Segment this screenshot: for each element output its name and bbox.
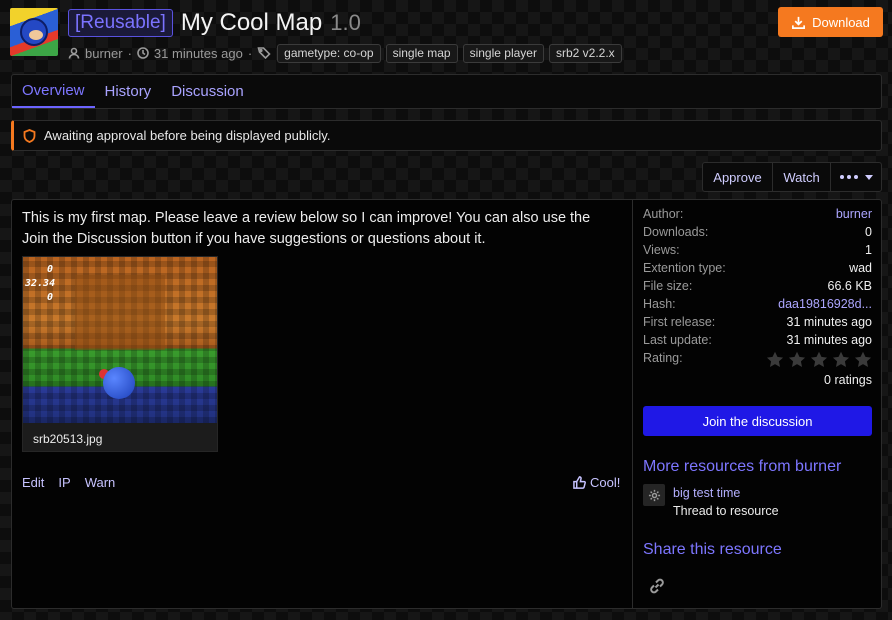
reaction-button[interactable]: Cool! [573,475,620,490]
tab-overview[interactable]: Overview [12,75,95,108]
approval-notice: Awaiting approval before being displayed… [11,120,882,151]
info-row-first-release: First release: 31 minutes ago [643,315,872,333]
resource-tabs: Overview History Discussion [11,74,882,109]
attachment-thumbnail[interactable]: 0 32.34 0 srb20513.jpg [22,256,218,452]
image-character [103,367,135,399]
post-actions: Edit IP Warn [22,475,115,490]
image-hud: 0 32.34 0 [25,263,55,305]
resource-info: Author: burner Downloads: 0 Views: 1 Extent… [643,207,872,387]
info-key: Extention type: [643,261,726,275]
info-key: File size: [643,279,693,293]
info-key: Last update: [643,333,712,347]
share-title: Share this resource [643,541,782,558]
dot-icon [853,175,858,179]
download-label: Download [812,14,870,30]
clock-icon [137,47,149,59]
more-resources-title[interactable]: More resources from burner [643,458,841,476]
star-icon[interactable] [854,351,872,368]
edit-link[interactable]: Edit [22,475,44,490]
resource-title-row: [Reusable] My Cool Map 1.0 [68,6,361,40]
info-value: 31 minutes ago [786,315,872,329]
post-time[interactable]: 31 minutes ago [154,46,243,61]
star-icon[interactable] [810,351,828,368]
resource-text: big test time Thread to resource [673,484,779,520]
author-link[interactable]: burner [85,46,123,61]
download-icon [792,16,806,29]
info-value: 66.6 KB [827,279,872,293]
info-row-downloads: Downloads: 0 [643,225,872,243]
chevron-down-icon [864,174,873,180]
author-avatar[interactable] [10,8,58,56]
attachment-filename: srb20513.jpg [23,423,217,451]
info-value-author[interactable]: burner [836,207,872,225]
tab-discussion[interactable]: Discussion [161,75,254,108]
hud-line: 0 [47,264,54,275]
thumbs-up-icon [573,476,586,489]
star-icon[interactable] [832,351,850,368]
download-button[interactable]: Download [778,7,883,37]
star-icon[interactable] [766,351,784,368]
info-value: 31 minutes ago [786,333,872,347]
resource-description-area: This is my first map. Please leave a rev… [12,200,632,608]
prefix-label[interactable]: [Reusable] [68,9,173,37]
star-icon[interactable] [788,351,806,368]
info-row-views: Views: 1 [643,243,872,261]
info-row-filesize: File size: 66.6 KB [643,279,872,297]
more-options-button[interactable] [831,163,881,191]
info-key: Downloads: [643,225,709,239]
tag-single-map[interactable]: single map [385,43,458,63]
resource-subtitle: Thread to resource [673,504,779,518]
hud-line: 32.34 [25,278,56,289]
info-value: 0 [865,225,872,239]
notice-text: Awaiting approval before being displayed… [44,128,331,143]
info-row-extension: Extention type: wad [643,261,872,279]
resource-actions: Approve Watch [702,162,882,192]
image-wall [75,275,165,350]
list-item[interactable]: big test time Thread to resource [643,484,779,520]
info-row-author: Author: burner [643,207,872,225]
watch-button[interactable]: Watch [773,163,831,191]
hud-line: 0 [47,292,54,303]
resource-sidebar: Author: burner Downloads: 0 Views: 1 Extent… [632,200,881,608]
user-icon [68,47,80,59]
resource-title[interactable]: big test time [673,484,779,502]
separator: · [127,45,132,61]
ratings-count: 0 ratings [824,373,872,387]
approve-button[interactable]: Approve [703,163,773,191]
tag-gametype[interactable]: gametype: co-op [277,43,381,63]
tab-history[interactable]: History [95,75,162,108]
shield-icon [23,128,36,143]
dot-icon [839,175,844,179]
info-row-last-update: Last update: 31 minutes ago [643,333,872,351]
tags-icon [257,47,271,59]
gear-icon [643,484,665,506]
ip-link[interactable]: IP [58,475,70,490]
rating-stars [766,351,872,371]
info-value: wad [849,261,872,275]
page-title: My Cool Map [180,9,323,36]
resource-description: This is my first map. Please leave a rev… [22,210,591,247]
resource-panel: This is my first map. Please leave a rev… [11,199,882,609]
info-key: Views: [643,243,680,257]
info-key: Author: [643,207,684,221]
info-row-rating: Rating: [643,351,872,371]
info-value-hash[interactable]: daa19816928d... [778,297,872,315]
version-label: 1.0 [330,10,361,35]
avatar-face [20,18,48,46]
attachment-image: 0 32.34 0 [23,257,217,423]
link-icon[interactable] [647,576,667,596]
tag-srb2-version[interactable]: srb2 v2.2.x [548,43,622,63]
info-key: First release: [643,315,716,329]
separator: · [247,45,253,61]
warn-link[interactable]: Warn [85,475,116,490]
info-key: Rating: [643,351,683,365]
resource-meta: burner · 31 minutes ago · gametype: co-o… [68,43,622,63]
info-key: Hash: [643,297,676,311]
reaction-label: Cool! [590,475,621,490]
info-value: 1 [865,243,872,257]
join-discussion-button[interactable]: Join the discussion [643,406,872,436]
tag-single-player[interactable]: single player [462,43,544,63]
dot-icon [846,175,851,179]
info-row-hash: Hash: daa19816928d... [643,297,872,315]
